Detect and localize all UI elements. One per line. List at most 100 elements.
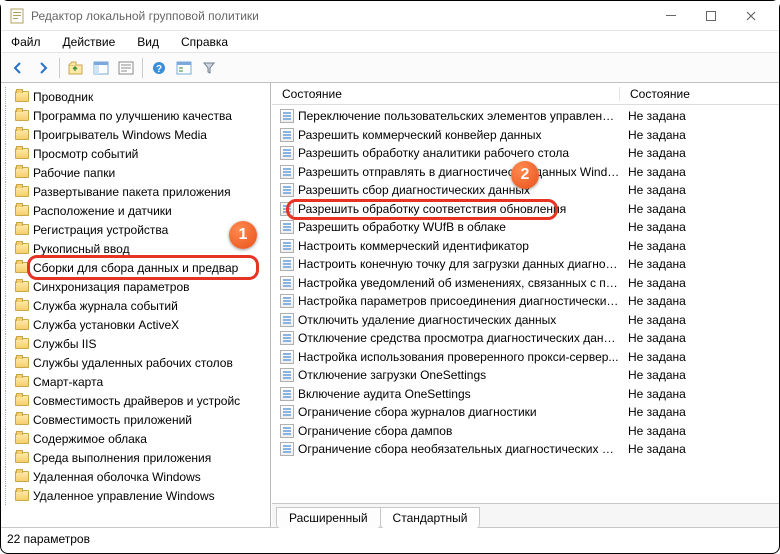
tree-item[interactable]: Службы IIS [5,334,270,353]
column-header-status[interactable]: Состояние [620,87,690,101]
tree-item[interactable]: Служба журнала событий [5,296,270,315]
policy-list[interactable]: Переключение пользовательских элементов … [272,105,779,503]
menu-file[interactable]: Файл [7,33,45,51]
policy-row[interactable]: Настроить конечную точку для загрузки да… [272,255,779,274]
tree-item[interactable]: Удаленное управление Windows [5,486,270,505]
policy-label: Разрешить обработку соответствия обновле… [298,202,620,216]
tree-item-label: Служба журнала событий [33,299,178,313]
policy-row[interactable]: Включение аудита OneSettingsНе задана [272,385,779,404]
policy-icon [280,109,294,123]
tree-item[interactable]: Регистрация устройства [5,220,270,239]
policy-row[interactable]: Разрешить сбор диагностических данныхНе … [272,181,779,200]
tree-item-label: Совместимость драйверов и устройс [33,394,240,408]
menu-view[interactable]: Вид [133,33,163,51]
tree-item-label: Служба установки ActiveX [33,318,179,332]
close-button[interactable] [731,2,771,30]
help-button[interactable]: ? [148,57,170,79]
policy-label: Отключение загрузки OneSettings [298,368,620,382]
back-button[interactable] [7,57,29,79]
folder-icon [15,490,29,501]
maximize-button[interactable] [691,2,731,30]
folder-icon [15,205,29,216]
filter-button[interactable] [198,57,220,79]
policy-row[interactable]: Настройка уведомлений об изменениях, свя… [272,274,779,293]
policy-icon [280,424,294,438]
tree-item-label: Синхронизация параметров [33,280,190,294]
policy-row[interactable]: Разрешить отправлять в диагностических д… [272,163,779,182]
tree-item[interactable]: Расположение и датчики [5,201,270,220]
tree-item[interactable]: Проводник [5,87,270,106]
tree-panel[interactable]: ПроводникПрограмма по улучшению качества… [1,83,271,527]
tree-item[interactable]: Службы удаленных рабочих столов [5,353,270,372]
tree-item[interactable]: Рукописный ввод [5,239,270,258]
policy-row[interactable]: Настроить коммерческий идентификаторНе з… [272,237,779,256]
policy-status: Не задана [620,128,686,142]
tree-item-label: Среда выполнения приложения [33,451,211,465]
policy-status: Не задана [620,183,686,197]
policy-label: Настройка уведомлений об изменениях, свя… [298,276,620,290]
policy-status: Не задана [620,165,686,179]
policy-label: Разрешить обработку WUfB в облаке [298,220,620,234]
policy-row[interactable]: Ограничение сбора журналов диагностикиНе… [272,403,779,422]
show-hide-tree-button[interactable] [90,57,112,79]
policy-row[interactable]: Разрешить обработку WUfB в облакеНе зада… [272,218,779,237]
policy-row[interactable]: Разрешить обработку аналитики рабочего с… [272,144,779,163]
export-list-button[interactable] [115,57,137,79]
tree-item-label: Просмотр событий [33,147,138,161]
right-pane: Состояние Состояние Переключение пользов… [271,83,779,527]
policy-row[interactable]: Настройка параметров присоединения диагн… [272,292,779,311]
policy-status: Не задана [620,109,686,123]
folder-up-button[interactable] [65,57,87,79]
policy-icon [280,276,294,290]
folder-icon [15,300,29,311]
policy-row[interactable]: Разрешить обработку соответствия обновле… [272,200,779,219]
policy-label: Разрешить обработку аналитики рабочего с… [298,146,620,160]
policy-row[interactable]: Отключение загрузки OneSettingsНе задана [272,366,779,385]
forward-button[interactable] [32,57,54,79]
tree-item[interactable]: Смарт-карта [5,372,270,391]
tree-item[interactable]: Просмотр событий [5,144,270,163]
properties-button[interactable] [173,57,195,79]
tree-item[interactable]: Рабочие папки [5,163,270,182]
tree-item[interactable]: Содержимое облака [5,429,270,448]
tree-item[interactable]: Служба установки ActiveX [5,315,270,334]
tree-item[interactable]: Проигрыватель Windows Media [5,125,270,144]
policy-row[interactable]: Ограничение сбора дамповНе задана [272,422,779,441]
minimize-button[interactable] [651,2,691,30]
tabs-bar: Расширенный Стандартный [272,503,779,527]
policy-row[interactable]: Ограничение сбора необязательных диагнос… [272,440,779,459]
folder-icon [15,91,29,102]
tree-item[interactable]: Развертывание пакета приложения [5,182,270,201]
policy-icon [280,257,294,271]
tab-standard[interactable]: Стандартный [380,507,481,528]
policy-row[interactable]: Отключение средства просмотра диагностич… [272,329,779,348]
tree-item[interactable]: Программа по улучшению качества [5,106,270,125]
tree-item[interactable]: Совместимость драйверов и устройс [5,391,270,410]
policy-row[interactable]: Отключить удаление диагностических данны… [272,311,779,330]
tree-item[interactable]: Удаленная оболочка Windows [5,467,270,486]
menu-action[interactable]: Действие [59,33,120,51]
policy-icon [280,294,294,308]
column-header-name[interactable]: Состояние [272,87,620,101]
tree-item[interactable]: Совместимость приложений [5,410,270,429]
policy-status: Не задана [620,331,686,345]
tree-item[interactable]: Синхронизация параметров [5,277,270,296]
policy-status: Не задана [620,405,686,419]
policy-status: Не задана [620,146,686,160]
folder-icon [15,167,29,178]
policy-row[interactable]: Переключение пользовательских элементов … [272,107,779,126]
status-bar: 22 параметров [1,527,779,549]
menu-help[interactable]: Справка [177,33,232,51]
title-bar: Редактор локальной групповой политики [1,1,779,31]
tab-extended[interactable]: Расширенный [276,507,381,528]
tree-item-label: Удаленное управление Windows [33,489,215,503]
policy-icon [280,183,294,197]
policy-row[interactable]: Настройка использования проверенного про… [272,348,779,367]
tree-item-label: Службы IIS [33,337,96,351]
tree-item[interactable]: Сборки для сбора данных и предвар [5,258,270,277]
toolbar: ? [1,53,779,83]
policy-icon [280,146,294,160]
tree-item-label: Содержимое облака [33,432,147,446]
policy-row[interactable]: Разрешить коммерческий конвейер данныхНе… [272,126,779,145]
tree-item[interactable]: Среда выполнения приложения [5,448,270,467]
